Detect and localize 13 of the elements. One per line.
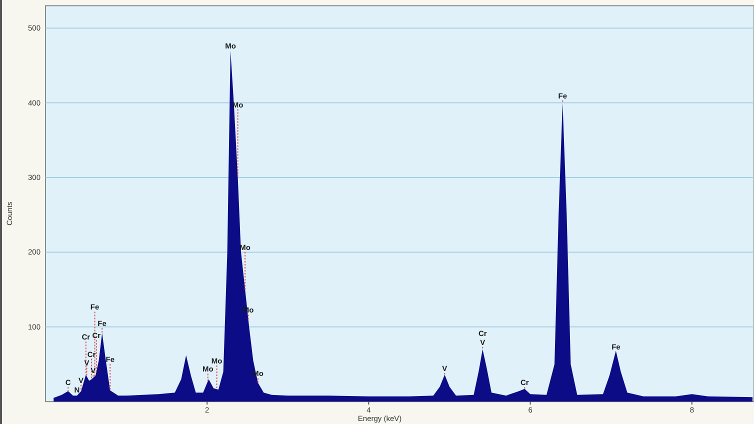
peak-marker-line: [237, 108, 238, 178]
peak-marker-line: [244, 251, 246, 290]
peak-marker-line: [102, 328, 103, 334]
peak-marker-line: [110, 364, 111, 391]
peak-marker-line: [216, 365, 218, 390]
peak-marker-line: [562, 100, 564, 104]
peak-marker-line: [444, 372, 446, 376]
peak-marker-line: [68, 386, 69, 392]
peak-marker-line: [248, 314, 249, 320]
peak-marker-line: [482, 346, 484, 350]
peak-marker-line: [80, 384, 82, 392]
peak-marker-line: [207, 373, 208, 382]
peak-marker-line: [524, 386, 526, 390]
